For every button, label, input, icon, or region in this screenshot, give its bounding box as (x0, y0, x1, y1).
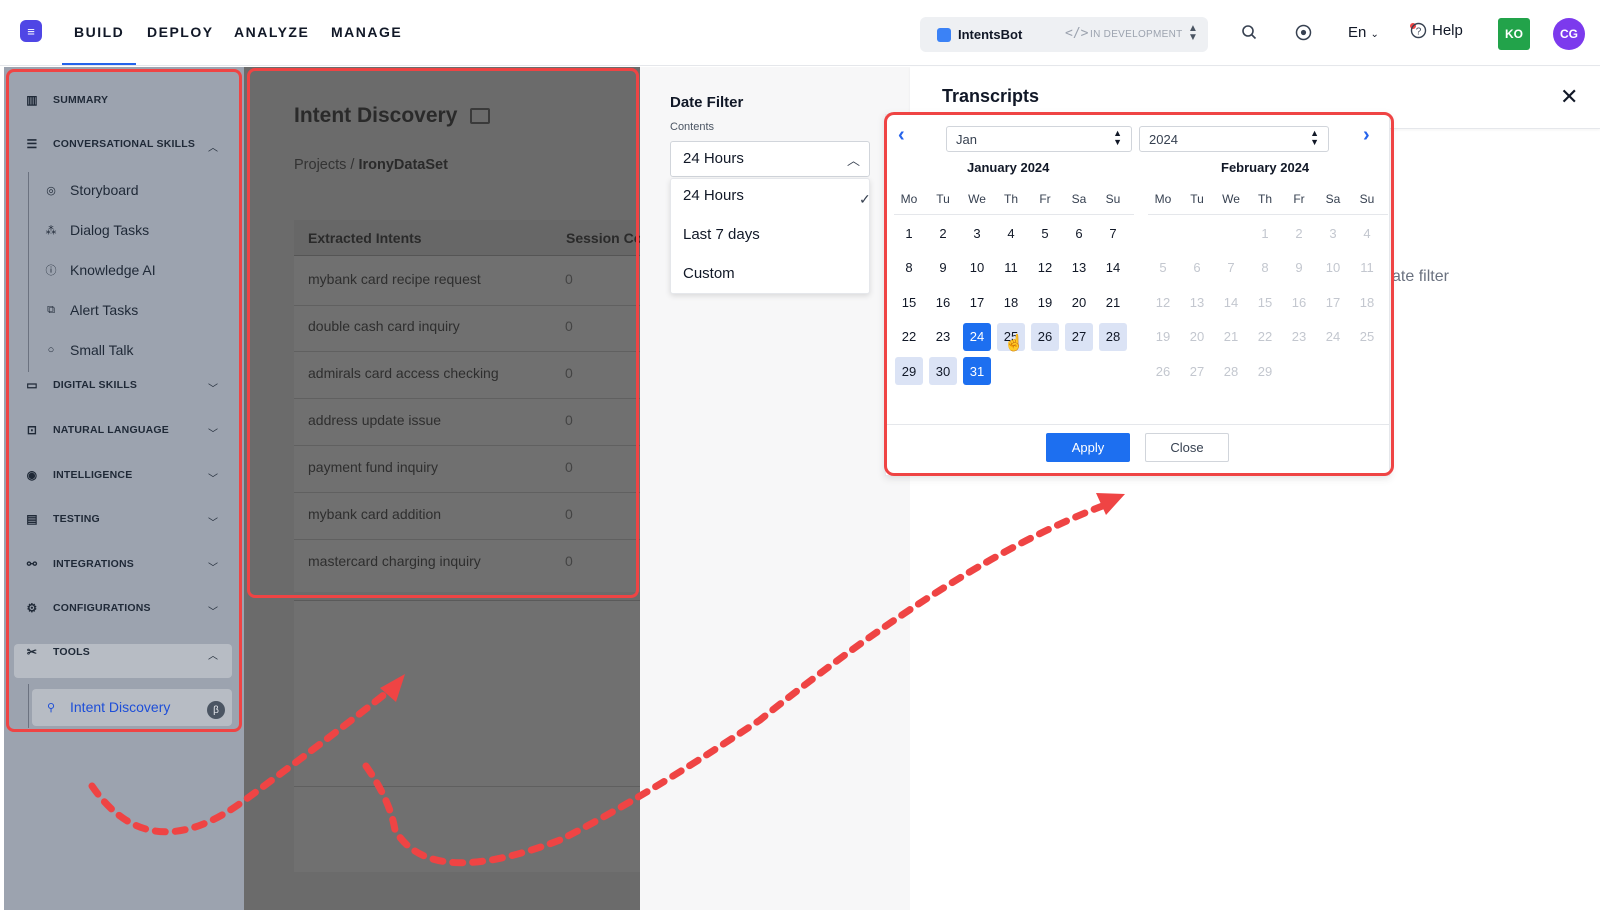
code-icon: </> (1065, 26, 1089, 41)
row-divider (294, 786, 640, 787)
lower-table-area (294, 600, 640, 872)
bot-icon (937, 28, 951, 42)
avatar-ko[interactable]: KO (1498, 18, 1530, 50)
svg-text:?: ? (1416, 27, 1422, 38)
top-bar: ≡ BUILD DEPLOY ANALYZE MANAGE IntentsBot… (0, 0, 1600, 66)
empty-state-text: ate filter (1392, 268, 1449, 285)
language-selector[interactable]: En ⌄ (1348, 24, 1379, 41)
help-button[interactable]: ? Help (1410, 22, 1463, 39)
transcripts-title: Transcripts (942, 86, 1040, 106)
check-icon: ✓ (859, 191, 871, 207)
record-icon[interactable] (1293, 22, 1313, 42)
chevron-updown-icon: ▲ ▼ (1188, 23, 1198, 43)
option-custom[interactable]: Custom (683, 265, 735, 282)
option-label: 24 Hours (683, 187, 744, 204)
help-label: Help (1432, 22, 1463, 39)
date-range-select[interactable]: 24 Hours ︿ (670, 141, 870, 177)
highlight-box-main (247, 68, 639, 598)
search-icon[interactable] (1239, 22, 1259, 42)
chevron-down-icon: ⌄ (1370, 29, 1379, 40)
date-range-value: 24 Hours (683, 150, 744, 167)
bot-name: IntentsBot (958, 27, 1023, 42)
option-last-7-days[interactable]: Last 7 days (683, 226, 760, 243)
language-label: En (1348, 24, 1367, 41)
date-filter-title: Date Filter (670, 94, 744, 111)
tab-build[interactable]: BUILD (61, 24, 137, 65)
bot-status: IN DEVELOPMENT (1090, 29, 1183, 40)
date-filter-label: Contents (670, 121, 715, 133)
tab-manage[interactable]: MANAGE (331, 24, 402, 40)
date-range-dropdown: 24 Hours ✓ Last 7 days Custom (670, 178, 873, 294)
option-24-hours[interactable]: 24 Hours ✓ (683, 187, 873, 207)
tab-deploy[interactable]: DEPLOY (147, 24, 214, 40)
tab-analyze[interactable]: ANALYZE (234, 24, 309, 40)
close-icon[interactable]: ✕ (1560, 84, 1578, 110)
highlight-box-calendar (884, 112, 1394, 476)
bot-selector[interactable]: IntentsBot </> IN DEVELOPMENT ▲ ▼ (920, 17, 1208, 52)
highlight-box-sidebar (6, 69, 242, 732)
help-icon: ? (1410, 22, 1427, 39)
chevron-up-icon: ︿ (847, 153, 861, 168)
avatar-cg[interactable]: CG (1553, 18, 1585, 50)
app-logo-icon[interactable]: ≡ (20, 20, 42, 42)
